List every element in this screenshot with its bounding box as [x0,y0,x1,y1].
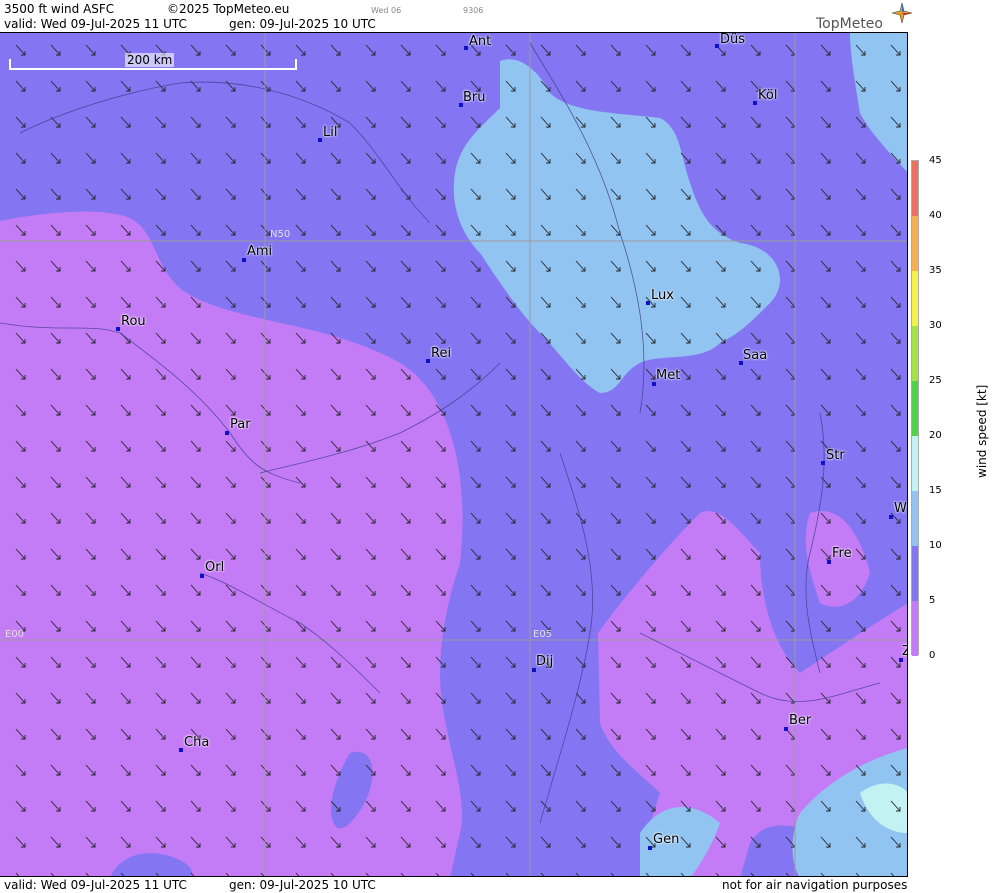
city-marker [464,46,468,50]
wind-field-svg [0,33,907,876]
city-label-ber[interactable]: Ber [789,713,811,728]
city-marker [889,515,893,519]
map-title: 3500 ft wind ASFC [4,2,115,16]
city-marker [821,461,825,465]
city-marker [200,574,204,578]
city-label-fre[interactable]: Fre [832,546,852,561]
city-label-kol[interactable]: Köl [758,88,777,103]
city-label-saa[interactable]: Saa [743,348,767,363]
city-label-ant[interactable]: Ant [469,34,491,49]
city-label-orl[interactable]: Orl [205,560,224,575]
wind-map[interactable]: 200 km N50 E00 E05 Ant Düs Bru Köl Lil A… [0,32,908,877]
generated-time: gen: 09-Jul-2025 10 UTC [229,17,376,31]
scale-label: 200 km [125,53,175,67]
city-label-dus[interactable]: Düs [720,33,745,47]
footer-valid-time: valid: Wed 09-Jul-2025 11 UTC [4,878,187,892]
legend-tick: 25 [929,375,942,386]
city-marker [648,846,652,850]
city-marker [179,748,183,752]
legend-tick: 35 [929,265,942,276]
city-label-met[interactable]: Met [656,368,680,383]
copyright-text: ©2025 TopMeteo.eu [167,2,290,16]
forecast-day-tab[interactable]: Wed 06 [371,4,401,18]
city-label-rei[interactable]: Rei [431,346,451,361]
valid-time: valid: Wed 09-Jul-2025 11 UTC [4,17,187,31]
grid-label-lat50: N50 [270,229,291,240]
city-marker [225,431,229,435]
legend-tick: 20 [929,430,942,441]
legend-tick: 45 [929,155,942,166]
compass-star-icon [891,2,913,24]
legend-tick: 5 [929,595,936,606]
city-label-bru[interactable]: Bru [463,90,486,105]
city-label-gen[interactable]: Gen [653,832,679,847]
city-label-lil[interactable]: Lil [323,125,337,140]
city-marker [646,301,650,305]
city-marker [318,138,322,142]
city-label-lux[interactable]: Lux [651,288,674,303]
city-marker [753,101,757,105]
topmeteo-logo[interactable]: TopMeteo [816,16,883,32]
grid-label-lon0: E00 [5,629,25,640]
city-label-ami[interactable]: Ami [247,244,272,259]
city-label-par[interactable]: Par [230,417,251,432]
city-label-dij[interactable]: Dij [536,654,553,669]
forecast-code: 9306 [463,6,484,15]
city-label-cha[interactable]: Cha [184,735,209,750]
wind-arrows [0,33,907,876]
city-label-str[interactable]: Str [826,448,845,463]
legend-tick: 10 [929,540,942,551]
city-marker [784,727,788,731]
grid-label-lon5: E05 [533,629,553,640]
city-label-w[interactable]: W [894,501,907,516]
city-marker [242,258,246,262]
city-marker [426,359,430,363]
city-marker [827,560,831,564]
city-label-z[interactable]: Z [902,644,907,659]
city-marker [116,327,120,331]
footer-generated-time: gen: 09-Jul-2025 10 UTC [229,878,376,892]
disclaimer-text: not for air navigation purposes [722,878,908,892]
legend-title: wind speed [kt] [975,384,989,478]
legend-tick: 15 [929,485,942,496]
legend-tick: 30 [929,320,942,331]
legend-color-bar [911,160,919,656]
city-label-rou[interactable]: Rou [121,314,146,329]
legend-tick: 0 [929,650,936,661]
city-marker [715,44,719,48]
legend-tick: 40 [929,210,942,221]
